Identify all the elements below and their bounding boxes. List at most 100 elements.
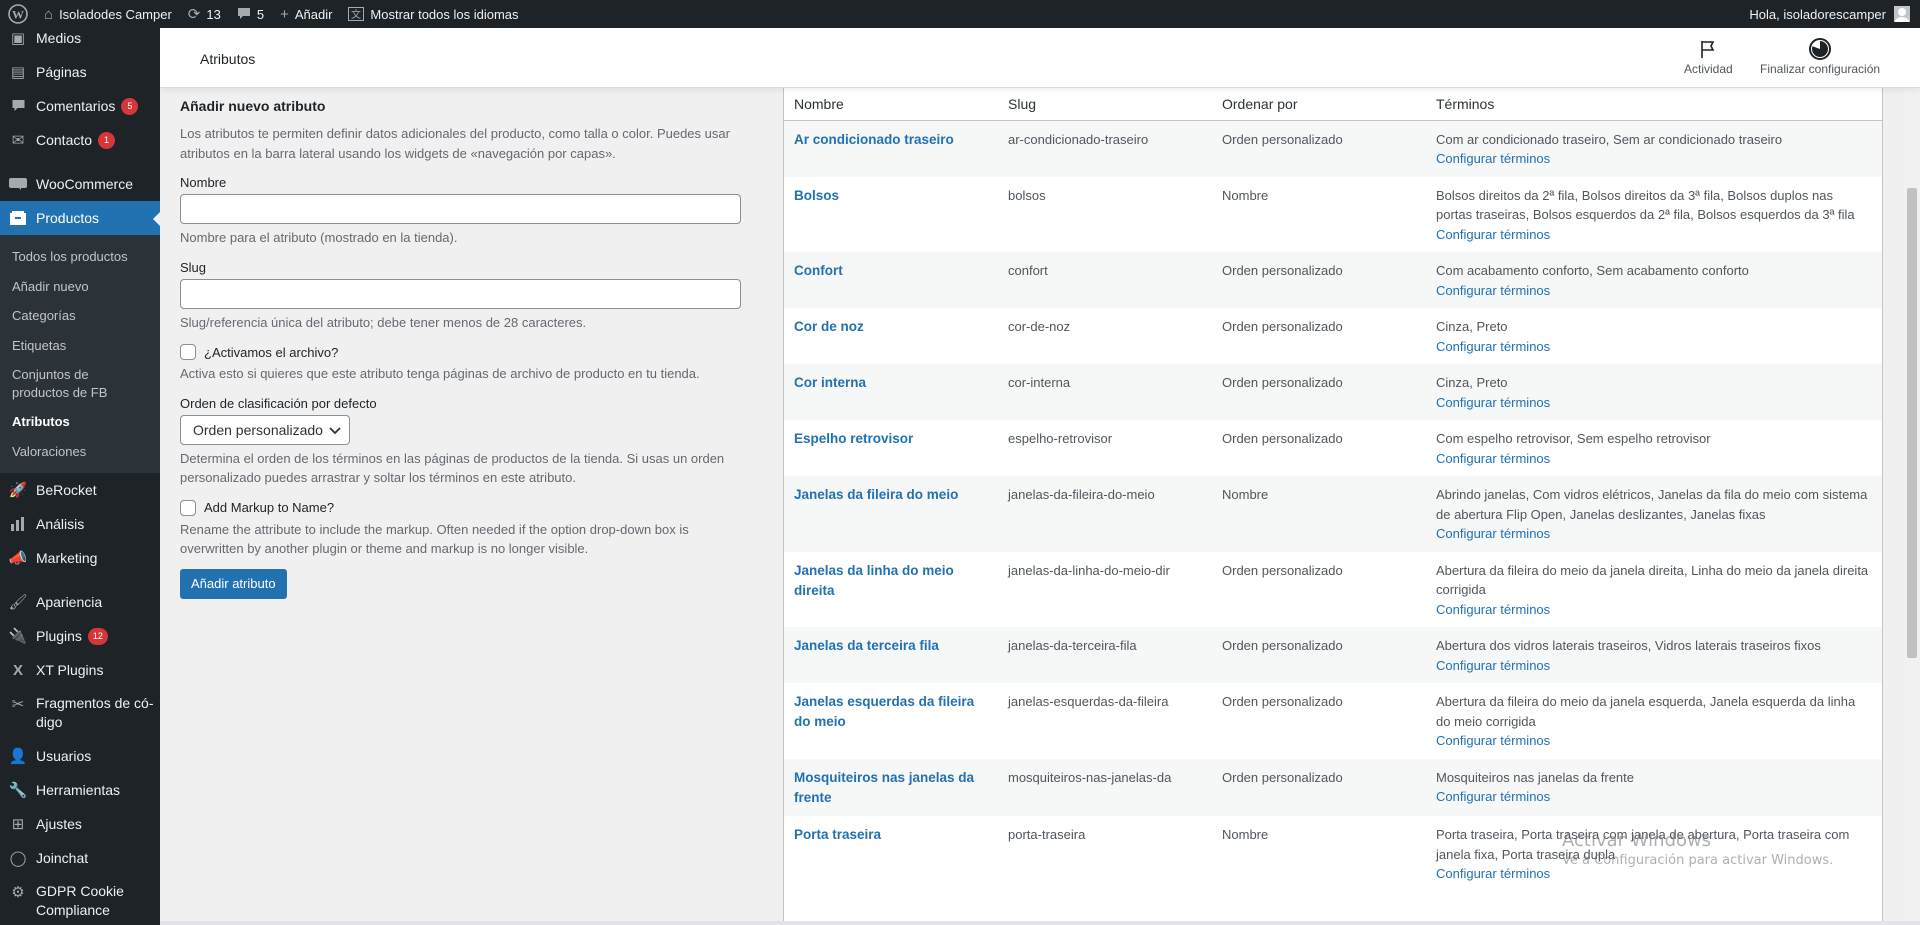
configure-terms-link[interactable]: Configurar términos <box>1436 524 1872 544</box>
cell-name: Janelas esquerdas da fileira do meio <box>784 683 998 759</box>
menu-label: Medios <box>36 30 82 46</box>
cell-name: Janelas da linha do meio direita <box>784 552 998 628</box>
configure-terms-link[interactable]: Configurar términos <box>1436 393 1872 413</box>
configure-terms-link[interactable]: Configurar términos <box>1436 787 1872 807</box>
products-submenu: Todos los productos Añadir nuevo Categor… <box>0 235 160 474</box>
menu-joinchat[interactable]: ◯ Joinchat <box>0 841 160 875</box>
order-select[interactable]: Orden personalizado <box>180 414 350 445</box>
comments-link[interactable]: 5 <box>229 0 272 28</box>
add-attribute-form: Añadir nuevo atributo Los atributos te p… <box>180 88 741 599</box>
add-attribute-button[interactable]: Añadir atributo <box>180 568 287 599</box>
menu-tools[interactable]: 🔧 Herramientas <box>0 773 160 807</box>
menu-users[interactable]: 👤 Usuarios <box>0 739 160 773</box>
menu-pages[interactable]: ▤ Páginas <box>0 55 160 89</box>
cell-terms: Com acabamento conforto, Sem acabamento … <box>1426 252 1882 308</box>
menu-contact[interactable]: ✉ Contacto 1 <box>0 123 160 157</box>
attribute-name-link[interactable]: Porta traseira <box>794 827 881 842</box>
menu-marketing[interactable]: 📣 Marketing <box>0 541 160 575</box>
menu-products[interactable]: Productos <box>0 201 160 235</box>
activity-button[interactable]: Actividad <box>1684 36 1733 76</box>
submenu-tags[interactable]: Etiquetas <box>0 331 160 361</box>
attribute-name-link[interactable]: Bolsos <box>794 188 839 203</box>
name-input[interactable] <box>180 194 741 224</box>
menu-settings[interactable]: ⊞ Ajustes <box>0 807 160 841</box>
attribute-name-link[interactable]: Cor interna <box>794 375 866 390</box>
submenu-fb-product-sets[interactable]: Conjuntos de productos de FB <box>0 360 120 407</box>
new-content-link[interactable]: + Añadir <box>272 0 340 28</box>
attribute-name-link[interactable]: Janelas da fileira do meio <box>794 487 958 502</box>
updates-link[interactable]: ⟳ 13 <box>180 0 229 28</box>
attribute-name-link[interactable]: Espelho retrovisor <box>794 431 913 446</box>
menu-comments[interactable]: Comentarios 5 <box>0 89 160 123</box>
menu-berocket[interactable]: 🚀 BeRocket <box>0 473 160 507</box>
submenu-attributes[interactable]: Atributos <box>0 407 160 437</box>
menu-appearance[interactable]: 🖌 Apariencia <box>0 585 160 619</box>
cell-slug: ar-condicionado-traseiro <box>998 120 1212 177</box>
attribute-name-link[interactable]: Janelas da terceira fila <box>794 638 939 653</box>
activity-label: Actividad <box>1684 62 1733 76</box>
menu-label: Productos <box>36 210 100 226</box>
submenu-add-new[interactable]: Añadir nuevo <box>0 272 160 302</box>
markup-checkbox[interactable] <box>180 499 196 516</box>
configure-terms-link[interactable]: Configurar términos <box>1436 281 1872 301</box>
configure-terms-link[interactable]: Configurar términos <box>1436 337 1872 357</box>
new-label: Añadir <box>294 6 333 22</box>
page-scrollbar[interactable] <box>1904 88 1920 925</box>
my-account[interactable]: Hola, isoladorescamper <box>1749 6 1920 22</box>
home-icon: ⌂ <box>44 5 54 23</box>
menu-media[interactable]: ▣ Medios <box>0 28 160 55</box>
menu-analytics[interactable]: Análisis <box>0 507 160 541</box>
submenu-all-products[interactable]: Todos los productos <box>0 242 160 272</box>
avatar <box>1894 6 1910 22</box>
page-title: Atributos <box>200 51 256 67</box>
configure-terms-link[interactable]: Configurar términos <box>1436 449 1872 469</box>
order-field-group: Orden de clasificación por defecto Orden… <box>180 396 740 488</box>
cell-terms: Cinza, Preto Configurar términos <box>1426 308 1882 364</box>
media-icon: ▣ <box>10 30 26 47</box>
terms-list: Cinza, Preto <box>1436 375 1508 390</box>
submenu-reviews[interactable]: Valoraciones <box>0 437 160 467</box>
slug-input[interactable] <box>180 278 741 309</box>
menu-woocommerce[interactable]: WooCommerce <box>0 167 160 201</box>
configure-terms-link[interactable]: Configurar términos <box>1436 731 1872 751</box>
finish-setup-button[interactable]: Finalizar configuración <box>1760 36 1880 76</box>
site-name-link[interactable]: ⌂ Isoladodes Camper <box>36 0 180 28</box>
menu-gdpr[interactable]: ⚙ GDPR Cookie Compliance <box>0 875 160 925</box>
products-icon <box>8 208 28 228</box>
contact-badge: 1 <box>98 131 116 149</box>
archive-label: ¿Activamos el archivo? <box>204 344 339 360</box>
wordpress-logo-icon[interactable]: W <box>0 0 36 28</box>
terms-list: Bolsos direitos da 2ª fila, Bolsos direi… <box>1436 187 1855 223</box>
languages-link[interactable]: 文 Mostrar todos los idiomas <box>340 0 526 28</box>
cell-order: Nombre <box>1212 476 1426 552</box>
submenu-categories[interactable]: Categorías <box>0 301 160 331</box>
archive-field-group: ¿Activamos el archivo? Activa esto si qu… <box>180 344 740 384</box>
xt-icon: X <box>12 661 23 679</box>
archive-checkbox[interactable] <box>180 344 196 360</box>
terms-list: Mosquiteiros nas janelas da frente <box>1436 769 1635 785</box>
attribute-name-link[interactable]: Janelas esquerdas da fileira do meio <box>794 694 974 729</box>
configure-terms-link[interactable]: Configurar términos <box>1436 149 1872 169</box>
menu-plugins[interactable]: 🔌 Plugins 12 <box>0 619 160 653</box>
attribute-name-link[interactable]: Mosquiteiros nas janelas da frente <box>794 770 974 805</box>
attribute-name-link[interactable]: Cor de noz <box>794 319 864 334</box>
attribute-name-link[interactable]: Ar condicionado traseiro <box>794 132 954 147</box>
cell-slug: cor-de-noz <box>1008 319 1071 334</box>
form-heading: Añadir nuevo atributo <box>180 98 326 114</box>
attribute-name-link[interactable]: Confort <box>794 263 843 278</box>
admin-menu: ▣ Medios ▤ Páginas Comentarios 5 ✉ Conta… <box>0 28 160 925</box>
cell-order: Orden personalizado <box>1212 120 1426 177</box>
configure-terms-link[interactable]: Configurar términos <box>1436 225 1872 245</box>
attribute-name-link[interactable]: Janelas da linha do meio direita <box>794 563 954 598</box>
form-intro: Los atributos te permiten definir datos … <box>180 126 730 161</box>
cell-terms: Cinza, Preto Configurar términos <box>1426 364 1882 420</box>
order-select-value: Orden personalizado <box>193 421 323 438</box>
menu-code-snippets[interactable]: ✂ Fragmentos de có-digo <box>0 687 160 739</box>
cell-slug: cor-interna <box>998 364 1212 420</box>
menu-xt-plugins[interactable]: X XT Plugins <box>0 653 160 687</box>
configure-terms-link[interactable]: Configurar términos <box>1436 600 1872 620</box>
comments-icon <box>8 96 28 116</box>
configure-terms-link[interactable]: Configurar términos <box>1436 656 1872 676</box>
menu-label: Usuarios <box>36 748 92 765</box>
scrollbar-thumb[interactable] <box>1907 188 1917 658</box>
